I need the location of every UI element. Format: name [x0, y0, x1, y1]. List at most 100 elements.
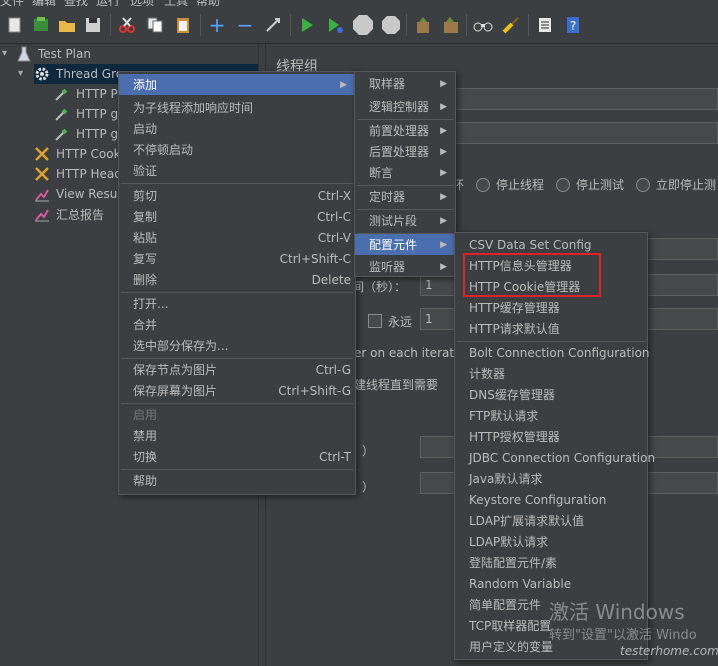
- menu-item-config-element[interactable]: 配置元件 ▶: [355, 234, 455, 255]
- radio-stop-now[interactable]: 立即停止测: [636, 176, 716, 193]
- delay-paren: ）: [362, 480, 375, 494]
- menu-item-sampler[interactable]: 取样器 ▶: [355, 73, 455, 94]
- menu-item-dns-cache[interactable]: DNS缓存管理器: [455, 384, 647, 405]
- duration-paren: ）: [362, 444, 375, 458]
- menu-item-save-selection[interactable]: 选中部分保存为...: [119, 335, 355, 356]
- menu-item-delete[interactable]: 删除 Delete: [119, 269, 355, 290]
- tree-item-http-request[interactable]: HTTP g: [54, 124, 118, 144]
- submenu-arrow-icon: ▶: [440, 167, 447, 178]
- submenu-arrow-icon: ▶: [440, 215, 447, 226]
- submenu-arrow-icon: ▶: [440, 239, 447, 250]
- tree-item-http-request[interactable]: HTTP P: [54, 84, 118, 104]
- tree-item-label: HTTP P: [76, 87, 118, 101]
- stop-icon[interactable]: [352, 14, 374, 36]
- menu-item-java-defaults[interactable]: Java默认请求: [455, 468, 647, 489]
- expand-icon[interactable]: +: [206, 14, 228, 36]
- menu-item-validate[interactable]: 验证: [119, 160, 355, 181]
- menu-item-jdbc-connection[interactable]: JDBC Connection Configuration: [455, 447, 655, 468]
- menu-item-start[interactable]: 启动: [119, 118, 355, 139]
- menu-item-counter[interactable]: 计数器: [455, 363, 647, 384]
- shutdown-icon[interactable]: [380, 14, 402, 36]
- function-helper-icon[interactable]: [534, 14, 556, 36]
- tree-item-label: HTTP g: [76, 127, 119, 141]
- menu-item-assertion[interactable]: 断言 ▶: [355, 162, 455, 183]
- tree-item-http-request[interactable]: HTTP g: [54, 104, 118, 124]
- tree-item-view-results[interactable]: View Result: [34, 184, 125, 204]
- thread-group-gear-icon: [34, 66, 50, 82]
- submenu-arrow-icon: ▶: [340, 79, 347, 90]
- cut-icon[interactable]: [116, 14, 138, 36]
- menu-item-cut[interactable]: 剪切 Ctrl-X: [119, 185, 355, 206]
- menu-item-duplicate[interactable]: 复写 Ctrl+Shift-C: [119, 248, 355, 269]
- menu-item-cache-manager[interactable]: HTTP缓存管理器: [455, 297, 647, 318]
- context-menu: 添加 ▶ 为子线程添加响应时间 启动 不停顿启动 验证 剪切 Ctrl-X 复制 Ct…: [118, 71, 356, 495]
- tree-item-test-plan[interactable]: Test Plan: [16, 44, 91, 64]
- menu-item-timer[interactable]: 定时器 ▶: [355, 186, 455, 207]
- toggle-icon[interactable]: [262, 14, 284, 36]
- menu-item-enable: 启用: [133, 408, 158, 422]
- pipette-icon: [54, 126, 70, 142]
- tree-item-label: HTTP Cook: [56, 147, 121, 161]
- menu-item-request-defaults[interactable]: HTTP请求默认值: [455, 318, 647, 339]
- submenu-arrow-icon: ▶: [440, 101, 447, 112]
- menu-item-ldap-ext-defaults[interactable]: LDAP扩展请求默认值: [455, 510, 647, 531]
- submenu-arrow-icon: ▶: [440, 78, 447, 89]
- radio-stop-test[interactable]: 停止测试: [556, 176, 624, 193]
- start-no-pause-icon[interactable]: [324, 14, 346, 36]
- pipette-icon: [54, 86, 70, 102]
- radio-stop-thread[interactable]: 停止线程: [476, 176, 544, 193]
- menu-item-login-config[interactable]: 登陆配置元件/素: [455, 552, 647, 573]
- menu-item-start-no-pause[interactable]: 不停顿启动: [119, 139, 355, 160]
- menu-item-disable[interactable]: 禁用: [119, 425, 355, 446]
- menu-item-listener[interactable]: 监听器 ▶: [355, 256, 455, 277]
- menu-item-test-fragment[interactable]: 测试片段 ▶: [355, 210, 455, 231]
- tree-item-summary-report[interactable]: 汇总报告: [34, 204, 104, 224]
- menu-item-save-node-image[interactable]: 保存节点为图片 Ctrl-G: [119, 359, 355, 380]
- menu-item-post-processor[interactable]: 后置处理器 ▶: [355, 141, 455, 162]
- menu-item-auth-manager[interactable]: HTTP授权管理器: [455, 426, 647, 447]
- clear-all-icon[interactable]: [440, 14, 462, 36]
- activation-watermark-title: 激活 Windows: [549, 600, 685, 624]
- collapse-arrow-icon[interactable]: ▾: [18, 68, 23, 79]
- menu-item-toggle[interactable]: 切换 Ctrl-T: [119, 446, 355, 467]
- menu-item-bolt-connection[interactable]: Bolt Connection Configuration: [455, 342, 650, 363]
- menu-item-help[interactable]: 帮助: [119, 470, 355, 491]
- help-icon[interactable]: ?: [562, 14, 584, 36]
- copy-icon[interactable]: [144, 14, 166, 36]
- tree-item-label: View Result: [56, 187, 126, 201]
- forever-label: 永远: [388, 315, 413, 329]
- menu-item-keystore[interactable]: Keystore Configuration: [455, 489, 647, 510]
- menu-item-add-response-time[interactable]: 为子线程添加响应时间: [119, 97, 355, 118]
- menu-item-ldap-defaults[interactable]: LDAP默认请求: [455, 531, 647, 552]
- menu-item-merge[interactable]: 合并: [119, 314, 355, 335]
- tree-item-label: Thread Gro: [56, 67, 124, 81]
- collapse-arrow-icon[interactable]: ▾: [2, 48, 7, 59]
- forever-checkbox[interactable]: [368, 314, 382, 328]
- start-icon[interactable]: [296, 14, 318, 36]
- tree-item-header-manager[interactable]: HTTP Head: [34, 164, 122, 184]
- menu-item-open[interactable]: 打开...: [119, 293, 355, 314]
- collapse-icon[interactable]: −: [234, 14, 256, 36]
- radio-circle: [476, 177, 490, 192]
- paste-icon[interactable]: [172, 14, 194, 36]
- menu-item-csv-data-set[interactable]: CSV Data Set Config: [455, 234, 647, 255]
- menu-item-pre-processor[interactable]: 前置处理器 ▶: [355, 120, 455, 141]
- wrench-icon: [34, 166, 50, 182]
- open-icon[interactable]: [56, 14, 78, 36]
- menu-item-ftp-defaults[interactable]: FTP默认请求: [455, 405, 647, 426]
- menu-item-save-screen-image[interactable]: 保存屏幕为图片 Ctrl+Shift-G: [119, 380, 355, 401]
- comment-field[interactable]: [452, 122, 718, 144]
- menu-item-logic-controller[interactable]: 逻辑控制器 ▶: [355, 96, 455, 117]
- menu-item-paste[interactable]: 粘贴 Ctrl-V: [119, 227, 355, 248]
- menu-item-add[interactable]: 添加 ▶: [119, 74, 355, 95]
- save-icon[interactable]: [82, 14, 104, 36]
- name-field[interactable]: [452, 88, 718, 110]
- tree-item-cookie-manager[interactable]: HTTP Cook: [34, 144, 121, 164]
- templates-icon[interactable]: [30, 14, 52, 36]
- menu-item-random-variable[interactable]: Random Variable: [455, 573, 647, 594]
- reset-search-icon[interactable]: [500, 14, 522, 36]
- new-icon[interactable]: [4, 14, 26, 36]
- menu-item-copy[interactable]: 复制 Ctrl-C: [119, 206, 355, 227]
- clear-icon[interactable]: [412, 14, 434, 36]
- search-icon[interactable]: [472, 14, 494, 36]
